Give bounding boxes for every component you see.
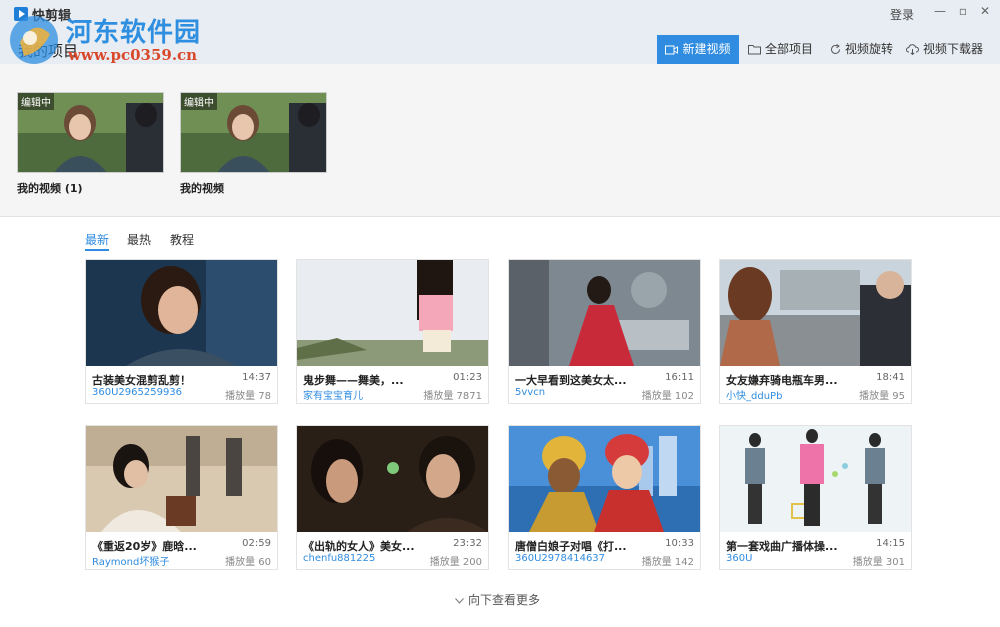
video-title: 鬼步舞——舞美，... (303, 374, 404, 387)
video-author-link[interactable]: 5vvcn (515, 387, 635, 398)
video-play-count: 播放量 200 (429, 557, 482, 568)
watermark-url: www.pc0359.cn (68, 46, 198, 64)
video-camera-icon (665, 45, 679, 54)
tab-tutorials[interactable]: 教程 (170, 231, 194, 248)
watermark-name: 河东软件园 (66, 18, 202, 48)
close-icon[interactable]: ✕ (977, 4, 993, 18)
login-link[interactable]: 登录 (890, 6, 914, 23)
minimize-icon[interactable]: — (932, 4, 948, 18)
video-play-count: 播放量 95 (859, 391, 905, 402)
project-thumbnail: 编辑中 (17, 92, 164, 173)
video-duration: 16:11 (665, 372, 694, 383)
video-card[interactable]: 古装美女混剪乱剪！ 14:37 360U2965259936 播放量 78 (85, 259, 278, 404)
video-play-count: 播放量 60 (225, 557, 271, 568)
video-thumbnail (86, 260, 277, 366)
video-thumbnail (720, 426, 911, 532)
video-duration: 14:15 (876, 538, 905, 549)
video-duration: 18:41 (876, 372, 905, 383)
rotate-video-button[interactable]: 视频旋转 (830, 35, 893, 64)
video-title: 《重返20岁》鹿晗... (92, 540, 197, 553)
video-card[interactable]: 唐僧白娘子对唱《打... 10:33 360U2978414637 播放量 14… (508, 425, 701, 570)
video-play-count: 播放量 301 (852, 557, 905, 568)
video-duration: 14:37 (242, 372, 271, 383)
active-tab-indicator (85, 249, 109, 251)
video-play-count: 播放量 142 (641, 557, 694, 568)
video-play-count: 播放量 7871 (423, 391, 482, 402)
video-duration: 23:32 (453, 538, 482, 549)
video-card[interactable]: 女友嫌弃骑电瓶车男... 18:41 小快_dduPb 播放量 95 (719, 259, 912, 404)
video-title: 一大早看到这美女太... (515, 374, 627, 387)
project-card[interactable]: 编辑中 我的视频 (1) (17, 92, 164, 196)
new-video-label: 新建视频 (682, 42, 731, 56)
video-author-link[interactable]: 家有宝宝育儿 (303, 387, 423, 402)
video-card[interactable]: 第一套戏曲广播体操... 14:15 360U 播放量 301 (719, 425, 912, 570)
project-thumbnail: 编辑中 (180, 92, 327, 173)
video-card[interactable]: 一大早看到这美女太... 16:11 5vvcn 播放量 102 (508, 259, 701, 404)
load-more-label: 向下查看更多 (468, 593, 541, 607)
maximize-icon[interactable]: ▫ (955, 4, 971, 18)
video-title: 《出轨的女人》美女... (303, 540, 415, 553)
video-author-link[interactable]: 360U2965259936 (92, 387, 212, 398)
all-projects-button[interactable]: 全部项目 (748, 35, 813, 64)
tab-latest[interactable]: 最新 (85, 231, 109, 248)
cloud-download-icon (906, 44, 919, 55)
video-title: 女友嫌弃骑电瓶车男... (726, 374, 838, 387)
video-card[interactable]: 鬼步舞——舞美，... 01:23 家有宝宝育儿 播放量 7871 (296, 259, 489, 404)
all-projects-label: 全部项目 (765, 42, 814, 56)
watermark-seal-icon (10, 16, 58, 64)
video-duration: 01:23 (453, 372, 482, 383)
projects-panel: 编辑中 我的视频 (1) 编辑中 我的视频 (0, 64, 1000, 217)
video-thumbnail (297, 260, 488, 366)
video-author-link[interactable]: chenfu881225 (303, 553, 423, 564)
video-author-link[interactable]: 360U2978414637 (515, 553, 635, 564)
video-author-link[interactable]: 360U (726, 553, 846, 564)
video-duration: 10:33 (665, 538, 694, 549)
video-title: 第一套戏曲广播体操... (726, 540, 838, 553)
video-downloader-label: 视频下载器 (923, 42, 984, 56)
video-thumbnail (297, 426, 488, 532)
new-video-button[interactable]: 新建视频 (657, 35, 739, 64)
video-downloader-button[interactable]: 视频下载器 (906, 35, 983, 64)
video-author-link[interactable]: 小快_dduPb (726, 387, 846, 402)
video-title: 唐僧白娘子对唱《打... (515, 540, 627, 553)
video-duration: 02:59 (242, 538, 271, 549)
project-status-tag: 编辑中 (181, 93, 217, 110)
video-thumbnail (86, 426, 277, 532)
load-more-button[interactable]: 向下查看更多 (455, 591, 540, 608)
video-thumbnail (509, 260, 700, 366)
video-play-count: 播放量 102 (641, 391, 694, 402)
folder-icon (748, 45, 761, 55)
tab-hottest[interactable]: 最热 (127, 231, 151, 248)
project-name: 我的视频 (180, 182, 224, 195)
video-card[interactable]: 《出轨的女人》美女... 23:32 chenfu881225 播放量 200 (296, 425, 489, 570)
project-name: 我的视频 (1) (17, 182, 83, 195)
rotate-icon (831, 44, 840, 54)
project-card[interactable]: 编辑中 我的视频 (180, 92, 327, 196)
chevron-down-icon (455, 597, 464, 604)
video-play-count: 播放量 78 (225, 391, 271, 402)
rotate-video-label: 视频旋转 (845, 42, 894, 56)
video-thumbnail (509, 426, 700, 532)
video-thumbnail (720, 260, 911, 366)
project-status-tag: 编辑中 (18, 93, 54, 110)
video-card[interactable]: 《重返20岁》鹿晗... 02:59 Raymond坏猴子 播放量 60 (85, 425, 278, 570)
video-title: 古装美女混剪乱剪！ (92, 374, 191, 387)
video-author-link[interactable]: Raymond坏猴子 (92, 553, 212, 568)
